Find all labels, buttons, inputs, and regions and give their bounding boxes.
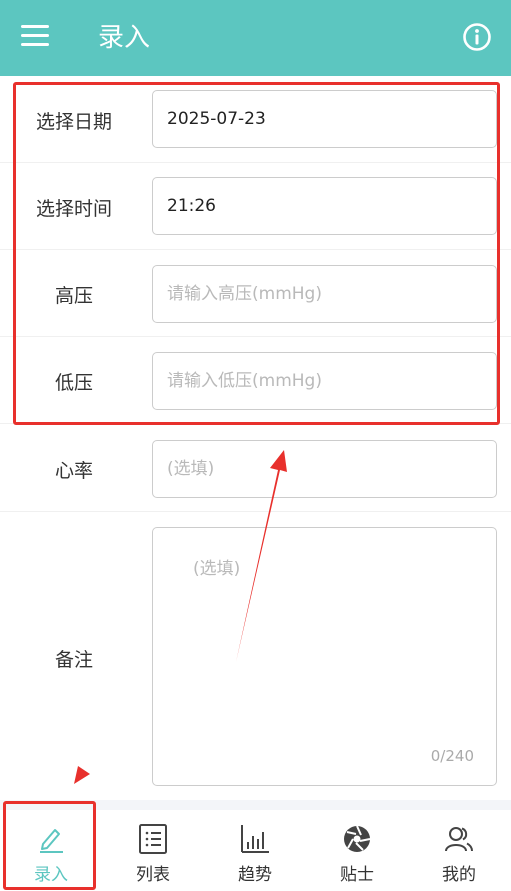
arrow-down bbox=[74, 624, 175, 784]
arrow-up bbox=[236, 450, 287, 662]
annotation-arrows bbox=[74, 450, 287, 784]
